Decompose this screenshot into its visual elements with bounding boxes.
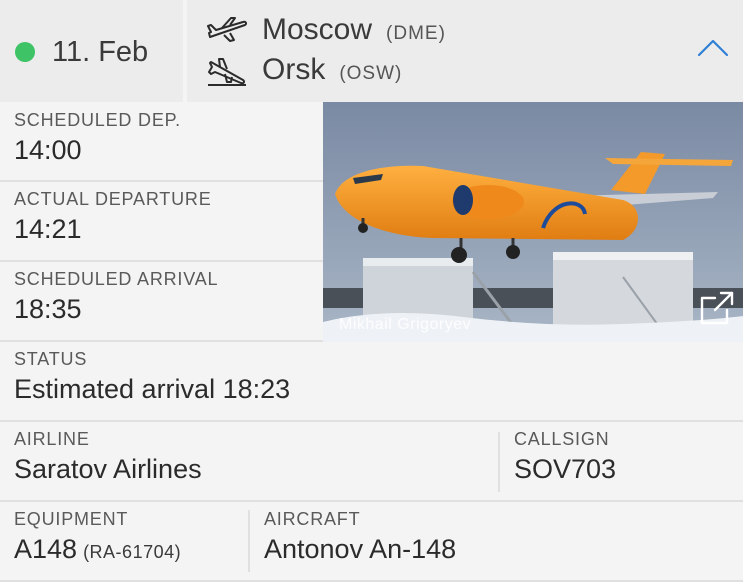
status-dot xyxy=(15,42,35,62)
date-cell: 11. Feb xyxy=(0,0,183,102)
flight-header[interactable]: 11. Feb Moscow (DME) Orsk (OSW) xyxy=(0,0,743,102)
status-label: STATUS xyxy=(14,349,88,369)
status-field: STATUS Estimated arrival 18:23 xyxy=(0,342,743,420)
arrival-city: Orsk (OSW) xyxy=(262,53,403,86)
scheduled-arrival-field: SCHEDULED ARRIVAL 18:35 xyxy=(0,262,323,341)
takeoff-icon xyxy=(207,17,247,42)
external-link-icon[interactable] xyxy=(699,290,735,326)
equipment-field: EQUIPMENT A148 (RA-61704) xyxy=(0,502,248,582)
landing-icon xyxy=(208,58,246,86)
scheduled-arrival-label: SCHEDULED ARRIVAL xyxy=(14,269,219,289)
airline-value: Saratov Airlines xyxy=(14,454,202,484)
actual-departure-field: ACTUAL DEPARTURE 14:21 xyxy=(0,182,323,262)
arrival-code: (OSW) xyxy=(339,63,403,84)
equipment-label: EQUIPMENT xyxy=(14,509,129,529)
callsign-value: SOV703 xyxy=(514,454,617,484)
departure-city: Moscow (DME) xyxy=(262,13,446,46)
departure-code: (DME) xyxy=(386,23,446,44)
equipment-value: A148 (RA-61704) xyxy=(14,534,182,564)
actual-departure-label: ACTUAL DEPARTURE xyxy=(14,189,212,209)
aircraft-field: AIRCRAFT Antonov An-148 xyxy=(250,502,743,582)
flight-date: 11. Feb xyxy=(52,36,149,68)
chevron-up-icon[interactable] xyxy=(697,38,729,58)
scheduled-departure-value: 14:00 xyxy=(14,135,82,165)
airline-label: AIRLINE xyxy=(14,429,90,449)
photo-credit: Mikhail Grigoryev xyxy=(339,316,472,333)
status-value: Estimated arrival 18:23 xyxy=(14,374,291,404)
aircraft-image xyxy=(323,102,743,342)
airline-field: AIRLINE Saratov Airlines xyxy=(0,422,498,500)
registration: (RA-61704) xyxy=(83,542,182,562)
scheduled-departure-label: SCHEDULED DEP. xyxy=(14,110,181,130)
callsign-label: CALLSIGN xyxy=(514,429,610,449)
callsign-field: CALLSIGN SOV703 xyxy=(500,422,743,500)
aircraft-label: AIRCRAFT xyxy=(264,509,361,529)
scheduled-arrival-value: 18:35 xyxy=(14,294,82,324)
actual-departure-value: 14:21 xyxy=(14,214,82,244)
route-cell[interactable]: Moscow (DME) Orsk (OSW) xyxy=(187,0,743,102)
aircraft-value: Antonov An-148 xyxy=(264,534,457,564)
scheduled-departure-field: SCHEDULED DEP. 14:00 xyxy=(0,102,323,182)
aircraft-photo[interactable]: Mikhail Grigoryev xyxy=(323,102,743,342)
